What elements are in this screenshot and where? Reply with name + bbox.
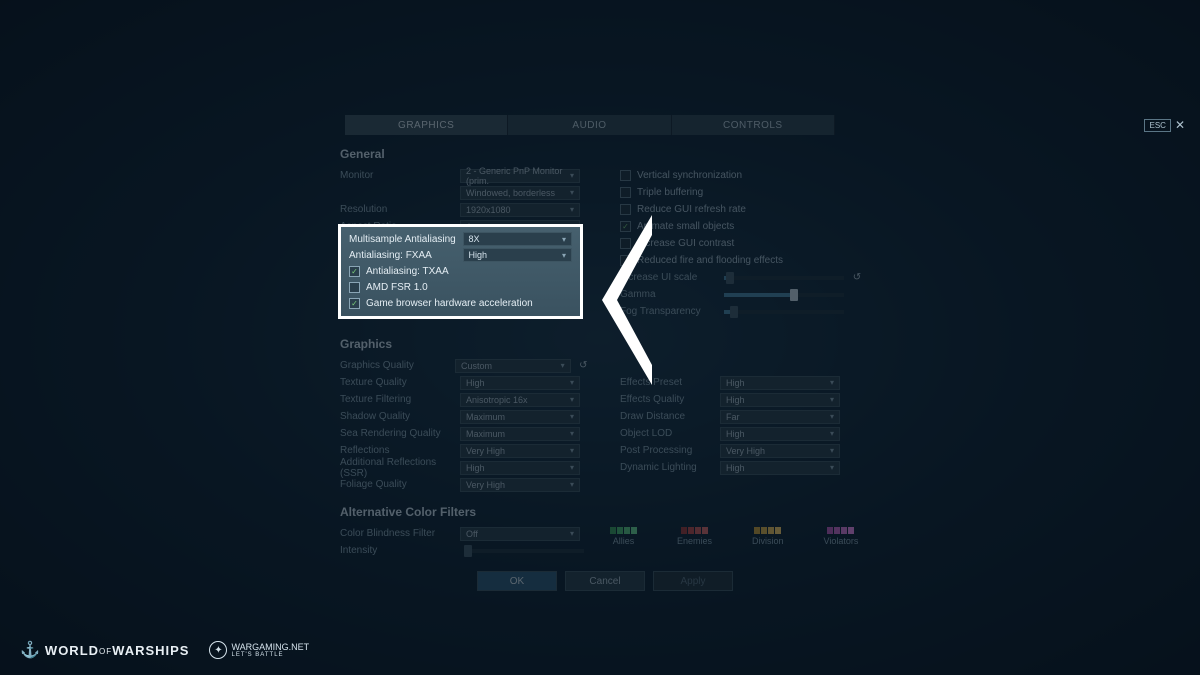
window-mode-dropdown[interactable]: Windowed, borderless — [460, 186, 580, 200]
triple-buffering-label: Triple buffering — [637, 187, 703, 198]
fxaa-dropdown[interactable]: High — [463, 248, 572, 262]
intensity-slider[interactable] — [464, 549, 584, 553]
ol-label: Object LOD — [620, 428, 720, 439]
fxaa-label: Antialiasing: FXAA — [349, 250, 463, 261]
ssr-dropdown[interactable]: High — [460, 461, 580, 475]
esc-key-label: ESC — [1144, 119, 1170, 132]
sr-label: Sea Rendering Quality — [340, 428, 460, 439]
dd-dropdown[interactable]: Far — [720, 410, 840, 424]
esc-button[interactable]: ESC ✕ — [1144, 118, 1185, 132]
wargaming-icon: ✦ — [209, 641, 227, 659]
monitor-dropdown[interactable]: 2 - Generic PnP Monitor (prim. — [460, 169, 580, 183]
animate-small-label: Animate small objects — [637, 221, 734, 232]
filter-violators: Violators — [824, 527, 859, 546]
increase-contrast-checkbox[interactable] — [620, 238, 631, 249]
refl-dropdown[interactable]: Very High — [460, 444, 580, 458]
txaa-checkbox[interactable] — [349, 266, 360, 277]
tab-audio[interactable]: AUDIO — [508, 115, 671, 135]
amdfsr-checkbox[interactable] — [349, 282, 360, 293]
reset-icon[interactable]: ↺ — [850, 271, 864, 285]
filter-division: Division — [752, 527, 784, 546]
eq-label: Effects Quality — [620, 394, 720, 405]
reduced-fire-label: Reduced fire and flooding effects — [637, 255, 783, 266]
sq-label: Shadow Quality — [340, 411, 460, 422]
wargaming-logo: ✦ WARGAMING.NETLET'S BATTLE — [209, 641, 309, 659]
dl-dropdown[interactable]: High — [720, 461, 840, 475]
anchor-icon: ⚓ — [20, 640, 41, 660]
cbf-label: Color Blindness Filter — [340, 528, 460, 539]
reduced-fire-checkbox[interactable] — [620, 255, 631, 266]
eq-dropdown[interactable]: High — [720, 393, 840, 407]
intensity-label: Intensity — [340, 545, 460, 556]
wows-logo: ⚓ WORLDOFWARSHIPS — [20, 640, 189, 660]
gamma-label: Gamma — [620, 289, 720, 300]
ep-dropdown[interactable]: High — [720, 376, 840, 390]
tab-graphics[interactable]: GRAPHICS — [345, 115, 508, 135]
msaa-label: Multisample Antialiasing — [349, 234, 463, 245]
ok-button[interactable]: OK — [477, 571, 557, 591]
tf-label: Texture Filtering — [340, 394, 460, 405]
reduce-refresh-label: Reduce GUI refresh rate — [637, 204, 746, 215]
fol-dropdown[interactable]: Very High — [460, 478, 580, 492]
fog-slider[interactable] — [724, 310, 844, 314]
highlight-annotation: Multisample Antialiasing 8X Antialiasing… — [338, 224, 583, 319]
tq-label: Texture Quality — [340, 377, 460, 388]
sr-dropdown[interactable]: Maximum — [460, 427, 580, 441]
pp-label: Post Processing — [620, 445, 720, 456]
tq-dropdown[interactable]: High — [460, 376, 580, 390]
ui-scale-slider[interactable] — [724, 276, 844, 280]
footer-logos: ⚓ WORLDOFWARSHIPS ✦ WARGAMING.NETLET'S B… — [20, 640, 309, 660]
sq-dropdown[interactable]: Maximum — [460, 410, 580, 424]
refl-label: Reflections — [340, 445, 460, 456]
browser-accel-label: Game browser hardware acceleration — [366, 298, 533, 309]
section-alt-color: Alternative Color Filters — [340, 505, 870, 519]
gamma-slider[interactable] — [724, 293, 844, 297]
apply-button[interactable]: Apply — [653, 571, 733, 591]
msaa-dropdown[interactable]: 8X — [463, 232, 572, 246]
increase-contrast-label: Increase GUI contrast — [637, 238, 734, 249]
dl-label: Dynamic Lighting — [620, 462, 720, 473]
fol-label: Foliage Quality — [340, 479, 460, 490]
txaa-label: Antialiasing: TXAA — [366, 266, 449, 277]
pp-dropdown[interactable]: Very High — [720, 444, 840, 458]
close-icon[interactable]: ✕ — [1175, 118, 1185, 132]
vsync-checkbox[interactable] — [620, 170, 631, 181]
ssr-label: Additional Reflections (SSR) — [340, 457, 460, 479]
monitor-label: Monitor — [340, 170, 460, 181]
cbf-dropdown[interactable]: Off — [460, 527, 580, 541]
reset-icon[interactable]: ↺ — [577, 359, 590, 373]
tab-controls[interactable]: CONTROLS — [672, 115, 835, 135]
fog-label: Fog Transparency — [620, 306, 720, 317]
gq-dropdown[interactable]: Custom — [455, 359, 571, 373]
animate-small-checkbox[interactable] — [620, 221, 631, 232]
ep-label: Effects Preset — [620, 377, 720, 388]
reduce-refresh-checkbox[interactable] — [620, 204, 631, 215]
cancel-button[interactable]: Cancel — [565, 571, 645, 591]
dd-label: Draw Distance — [620, 411, 720, 422]
filter-enemies: Enemies — [677, 527, 712, 546]
tf-dropdown[interactable]: Anisotropic 16x — [460, 393, 580, 407]
browser-accel-checkbox[interactable] — [349, 298, 360, 309]
section-general: General — [340, 147, 870, 161]
triple-buffering-checkbox[interactable] — [620, 187, 631, 198]
gq-label: Graphics Quality — [340, 360, 455, 371]
ui-scale-label: Increase UI scale — [620, 272, 720, 283]
ol-dropdown[interactable]: High — [720, 427, 840, 441]
vsync-label: Vertical synchronization — [637, 170, 742, 181]
amdfsr-label: AMD FSR 1.0 — [366, 282, 428, 293]
section-graphics: Graphics — [340, 337, 870, 351]
resolution-label: Resolution — [340, 204, 460, 215]
filter-allies: Allies — [610, 527, 637, 546]
resolution-dropdown[interactable]: 1920x1080 — [460, 203, 580, 217]
